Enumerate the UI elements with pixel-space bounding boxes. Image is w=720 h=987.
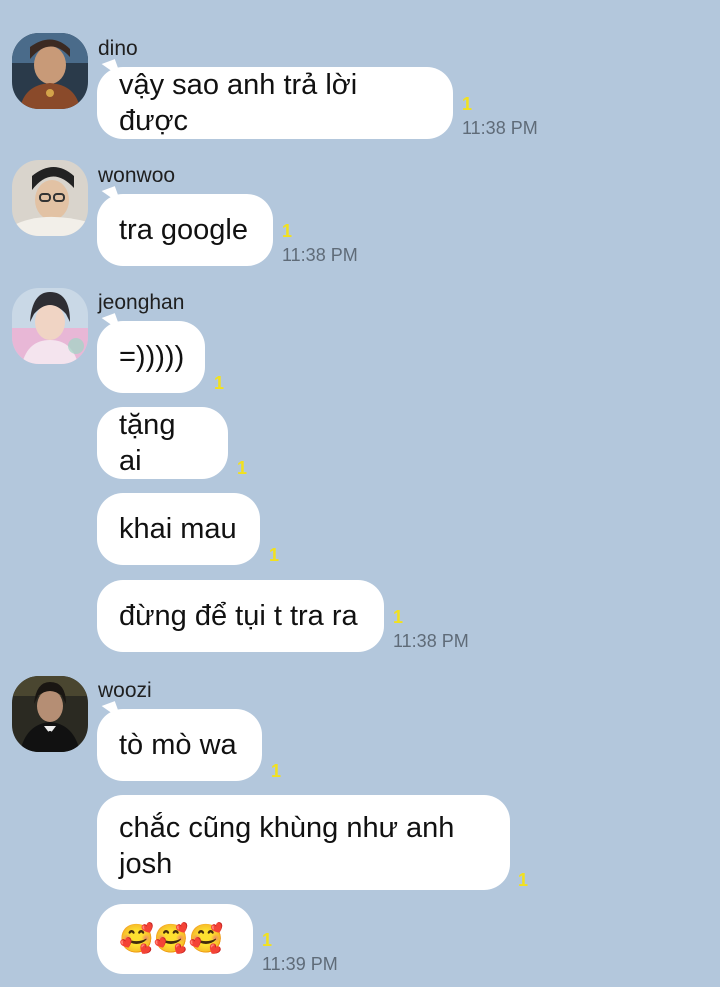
wonwoo-avatar[interactable] <box>12 160 88 236</box>
message-text: chắc cũng khùng như anh josh <box>119 812 455 880</box>
unread-count: 1 <box>262 930 273 950</box>
unread-count: 1 <box>518 870 529 890</box>
sender-name: jeonghan <box>98 291 185 314</box>
chat-thread: dino vậy sao anh trả lời được 1 11:38 PM… <box>0 0 720 987</box>
message-bubble[interactable]: đừng để tụi t tra ra <box>97 580 384 652</box>
message-bubble[interactable]: khai mau <box>97 493 260 565</box>
dino-avatar[interactable] <box>12 33 88 109</box>
message-bubble[interactable]: tặng ai <box>97 407 228 479</box>
message-text: đừng để tụi t tra ra <box>119 600 358 632</box>
message-bubble[interactable]: 🥰🥰🥰 <box>97 904 253 974</box>
message-text: tặng ai <box>119 409 176 477</box>
unread-count: 1 <box>271 761 282 781</box>
message-timestamp: 11:38 PM <box>393 631 469 651</box>
message-bubble[interactable]: vậy sao anh trả lời được <box>97 67 453 139</box>
unread-count: 1 <box>214 373 225 393</box>
message-text: khai mau <box>119 513 237 545</box>
message-text: tò mò wa <box>119 729 237 761</box>
message-timestamp: 11:38 PM <box>282 245 358 265</box>
message-timestamp: 11:39 PM <box>262 954 338 974</box>
unread-count: 1 <box>237 458 248 478</box>
unread-count: 1 <box>393 607 404 627</box>
message-timestamp: 11:38 PM <box>462 118 538 138</box>
unread-count: 1 <box>282 221 293 241</box>
message-text: tra google <box>119 214 248 246</box>
woozi-avatar[interactable] <box>12 676 88 752</box>
sender-name: wonwoo <box>98 164 176 187</box>
message-text: =))))) <box>119 341 185 373</box>
unread-count: 1 <box>269 545 280 565</box>
message-bubble[interactable]: tra google <box>97 194 273 266</box>
message-bubble[interactable]: tò mò wa <box>97 709 262 781</box>
emoji-message: 🥰🥰🥰 <box>119 923 224 954</box>
message-bubble[interactable]: chắc cũng khùng như anh josh <box>97 795 510 890</box>
message-bubble[interactable]: =))))) <box>97 321 205 393</box>
sender-name: woozi <box>98 679 152 702</box>
jeonghan-avatar[interactable] <box>12 288 88 364</box>
unread-count: 1 <box>462 94 473 114</box>
sender-name: dino <box>98 37 138 60</box>
message-text: vậy sao anh trả lời được <box>119 69 358 137</box>
